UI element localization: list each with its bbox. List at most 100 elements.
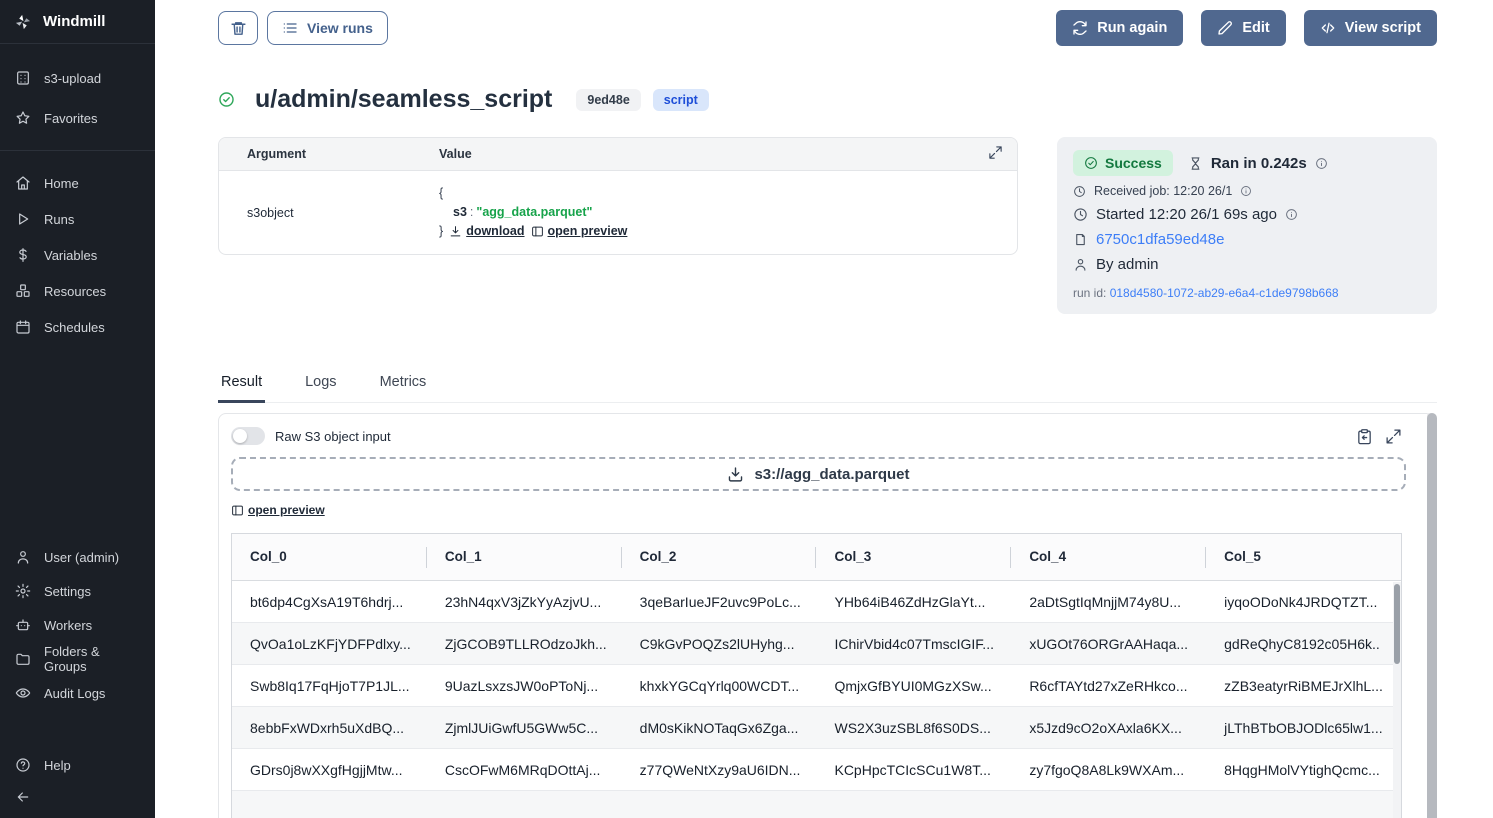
table-cell: dM0sKikNOTaqGx6Zga... xyxy=(622,707,817,749)
column-header[interactable]: Col_1 xyxy=(427,534,622,581)
expand-result-icon[interactable] xyxy=(1385,428,1402,445)
panel-scrollbar-thumb[interactable] xyxy=(1427,413,1437,818)
json-open-brace: { xyxy=(439,184,1017,203)
panel-actions xyxy=(1356,428,1402,445)
table-cell xyxy=(622,791,817,818)
argument-column-header: Argument xyxy=(219,147,439,161)
sidebar-item-label: Settings xyxy=(44,584,91,599)
hourglass-icon xyxy=(1188,156,1203,171)
clock-icon xyxy=(1073,207,1088,222)
tab-logs[interactable]: Logs xyxy=(302,368,339,403)
sidebar-item-user[interactable]: User (admin) xyxy=(0,540,155,574)
table-cell: R6cfTAYtd27xZeRHkco... xyxy=(1011,665,1206,707)
open-preview-link[interactable]: open preview xyxy=(531,222,628,241)
main-content: View runs Run again Edit xyxy=(155,0,1493,818)
sidebar-item-runs[interactable]: Runs xyxy=(0,201,155,237)
preview-row: open preview xyxy=(231,503,1422,520)
result-panel-header: Raw S3 object input xyxy=(231,427,1422,445)
sidebar-item-variables[interactable]: Variables xyxy=(0,237,155,273)
folder-icon xyxy=(15,651,31,667)
code-icon xyxy=(1320,20,1336,36)
user-icon xyxy=(1073,257,1088,272)
table-cell: 23hN4qxV3jZkYyAzjvU... xyxy=(427,581,622,623)
sidebar-item-help[interactable]: Help xyxy=(0,748,155,782)
table-cell xyxy=(232,791,427,818)
run-id-link[interactable]: 018d4580-1072-ab29-e6a4-c1de9798b668 xyxy=(1110,286,1339,300)
sidebar-item-favorites[interactable]: Favorites xyxy=(0,98,155,138)
column-header[interactable]: Col_0 xyxy=(232,534,427,581)
ran-in-group: Ran in 0.242s xyxy=(1188,155,1328,172)
sidebar: Windmill s3-upload Favorites Hom xyxy=(0,0,155,818)
edit-button[interactable]: Edit xyxy=(1201,10,1285,46)
result-panel: Raw S3 object input s3://agg_data.parque… xyxy=(218,413,1437,818)
expand-args-button[interactable] xyxy=(988,145,1003,163)
script-hash-icon xyxy=(1073,232,1088,247)
delete-button[interactable] xyxy=(218,11,258,45)
download-label: download xyxy=(466,222,524,241)
play-icon xyxy=(15,211,31,227)
boxes-icon xyxy=(15,283,31,299)
sidebar-item-workers[interactable]: Workers xyxy=(0,608,155,642)
table-scrollbar[interactable] xyxy=(1393,582,1401,818)
json-links-line: } download open p xyxy=(439,222,1017,241)
tab-metrics[interactable]: Metrics xyxy=(377,368,430,403)
brand[interactable]: Windmill xyxy=(0,0,155,44)
sidebar-spacer xyxy=(0,345,155,526)
download-link[interactable]: download xyxy=(449,222,524,241)
raw-s3-toggle-label: Raw S3 object input xyxy=(275,429,391,444)
arguments-card: Argument Value s3object { s3:"agg_data.p… xyxy=(218,137,1018,255)
sidebar-item-label: Resources xyxy=(44,284,106,299)
argument-value-json: { s3:"agg_data.parquet" } download xyxy=(439,184,1017,241)
table-cell: QmjxGfBYUI0MGzXSw... xyxy=(816,665,1011,707)
sidebar-item-settings[interactable]: Settings xyxy=(0,574,155,608)
json-string-value: "agg_data.parquet" xyxy=(476,205,592,219)
user-icon xyxy=(15,549,31,565)
view-script-button[interactable]: View script xyxy=(1304,10,1437,46)
result-tabs: Result Logs Metrics xyxy=(218,368,1437,403)
sidebar-item-home[interactable]: Home xyxy=(0,165,155,201)
panel-scrollbar[interactable] xyxy=(1427,413,1437,818)
sidebar-item-s3-upload[interactable]: s3-upload xyxy=(0,58,155,98)
sidebar-item-label: Favorites xyxy=(44,111,97,126)
help-icon xyxy=(15,757,31,773)
table-cell: jLThBTbOBJODlc65lw1... xyxy=(1206,707,1401,749)
view-runs-button[interactable]: View runs xyxy=(267,11,388,45)
script-hash-link[interactable]: 6750c1dfa59ed48e xyxy=(1096,231,1224,248)
json-key: s3 xyxy=(453,205,467,219)
open-preview-label: open preview xyxy=(248,503,325,517)
table-cell: 8ebbFxWDxrh5uXdBQ... xyxy=(232,707,427,749)
table-cell: ZjmlJUiGwfU5GWw5C... xyxy=(427,707,622,749)
sidebar-item-label: Home xyxy=(44,176,79,191)
eye-icon xyxy=(15,685,31,701)
s3-file-download-area[interactable]: s3://agg_data.parquet xyxy=(231,457,1406,491)
sidebar-item-label: s3-upload xyxy=(44,71,101,86)
run-status-card: Success Ran in 0.242s xyxy=(1057,137,1437,314)
table-cell: GDrs0j8wXXgfHgjjMtw... xyxy=(232,749,427,791)
sidebar-item-resources[interactable]: Resources xyxy=(0,273,155,309)
column-header[interactable]: Col_3 xyxy=(816,534,1011,581)
list-icon xyxy=(282,20,298,36)
sidebar-collapse-button[interactable] xyxy=(0,782,155,812)
table-row: GDrs0j8wXXgfHgjjMtw...CscOFwM6MRqDOttAj.… xyxy=(232,749,1401,791)
open-preview-link[interactable]: open preview xyxy=(231,503,325,517)
sidebar-item-schedules[interactable]: Schedules xyxy=(0,309,155,345)
table-row: bt6dp4CgXsA19T6hdrj...23hN4qxV3jZkYyAzjv… xyxy=(232,581,1401,623)
info-icon xyxy=(1285,208,1298,221)
run-again-button[interactable]: Run again xyxy=(1056,10,1183,46)
column-header[interactable]: Col_4 xyxy=(1011,534,1206,581)
column-header[interactable]: Col_5 xyxy=(1206,534,1401,581)
brand-label: Windmill xyxy=(43,13,105,30)
value-column-header: Value xyxy=(439,147,988,161)
copy-clipboard-icon[interactable] xyxy=(1356,428,1373,445)
tab-result[interactable]: Result xyxy=(218,368,265,403)
table-cell: CscOFwM6MRqDOttAj... xyxy=(427,749,622,791)
app-window: Windmill s3-upload Favorites Hom xyxy=(0,0,1493,818)
script-hash-row: 6750c1dfa59ed48e xyxy=(1073,231,1421,248)
column-header[interactable]: Col_2 xyxy=(622,534,817,581)
started-text: Started 12:20 26/1 69s ago xyxy=(1096,206,1277,223)
table-scrollbar-thumb[interactable] xyxy=(1394,584,1400,664)
success-badge-label: Success xyxy=(1105,155,1162,171)
raw-s3-toggle[interactable] xyxy=(231,427,265,445)
sidebar-item-audit-logs[interactable]: Audit Logs xyxy=(0,676,155,710)
sidebar-item-folders-groups[interactable]: Folders & Groups xyxy=(0,642,155,676)
